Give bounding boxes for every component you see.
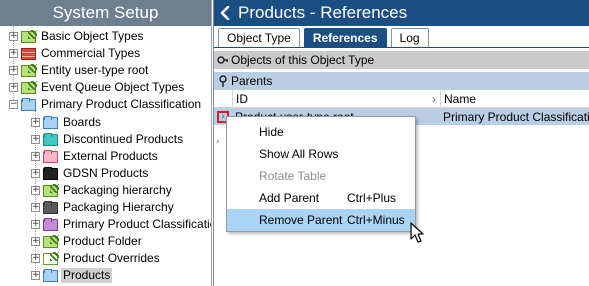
- menu-item-label: Remove Parent: [259, 213, 343, 227]
- chevron-right-icon: ›: [432, 91, 436, 106]
- tree-node-label-selected: Products: [61, 268, 113, 283]
- page-title: Products - References: [238, 3, 408, 22]
- expand-icon[interactable]: +: [31, 220, 40, 229]
- tree-node-discontinued-products[interactable]: + Discontinued Products: [31, 131, 185, 148]
- column-header-name[interactable]: Name: [440, 89, 589, 108]
- tree-node-label: Product Folder: [63, 234, 142, 248]
- tree-node-primary-product-classification-child[interactable]: + Primary Product Classification: [31, 216, 212, 233]
- tab-object-type[interactable]: Object Type: [218, 28, 300, 47]
- menu-item-label: Hide: [259, 125, 284, 139]
- tree-node-label: External Products: [63, 149, 158, 163]
- red-stack-icon: [21, 47, 36, 60]
- tree-node-gdsn-products[interactable]: + GDSN Products: [31, 165, 150, 182]
- expand-icon[interactable]: +: [9, 49, 18, 58]
- expand-icon[interactable]: +: [31, 152, 40, 161]
- menu-item-rotate-table[interactable]: Rotate Table: [227, 165, 415, 187]
- mouse-pointer-icon: [410, 222, 424, 243]
- menu-item-shortcut: Ctrl+Minus: [347, 213, 405, 227]
- tree-node-label: GDSN Products: [63, 166, 149, 180]
- table-header: ID › Name: [214, 89, 589, 108]
- column-header-id[interactable]: ID ›: [232, 89, 440, 108]
- expand-icon[interactable]: +: [31, 254, 40, 263]
- section-label: Parents: [231, 74, 273, 88]
- expand-icon[interactable]: +: [31, 237, 40, 246]
- menu-item-label: Rotate Table: [259, 169, 327, 183]
- back-button[interactable]: [214, 0, 236, 26]
- objects-of-this-object-type-section[interactable]: Objects of this Object Type: [214, 51, 589, 69]
- row-selector-header: [214, 90, 232, 108]
- tree-node-label: Discontinued Products: [63, 132, 184, 146]
- purple-folder-icon: [43, 217, 58, 231]
- tab-references[interactable]: References: [303, 28, 387, 47]
- tree-node-label: Boards: [63, 115, 102, 129]
- menu-item-label: Show All Rows: [259, 147, 339, 161]
- dark-gray-folder-icon: [43, 200, 58, 214]
- tree-node-commercial-types[interactable]: + Commercial Types: [9, 45, 142, 62]
- blue-folder-icon: [43, 268, 58, 282]
- hatched-folder-icon: [43, 251, 59, 265]
- blue-folder-icon: [21, 97, 36, 111]
- expand-icon[interactable]: +: [31, 186, 40, 195]
- tree-node-label: Event Queue Object Types: [41, 80, 185, 94]
- green-hatched-icon: [43, 234, 59, 248]
- table-cell-name: Primary Product Classification: [443, 109, 589, 124]
- tree-node-primary-product-classification[interactable]: − Primary Product Classification: [9, 96, 203, 113]
- pink-folder-icon: [43, 149, 58, 163]
- menu-item-show-all-rows[interactable]: Show All Rows: [227, 143, 415, 165]
- teal-folder-icon: [43, 132, 58, 146]
- menu-item-label: Add Parent: [259, 191, 320, 205]
- context-menu: Hide Show All Rows Rotate Table Add Pare…: [226, 116, 416, 232]
- collapse-icon[interactable]: −: [9, 100, 18, 109]
- references-header: Products - References: [214, 0, 589, 26]
- system-setup-title: System Setup: [0, 0, 211, 26]
- tree-node-label: Primary Product Classification: [63, 217, 212, 231]
- tree-node-packaging-hierarchy-lower[interactable]: + Packaging hierarchy: [31, 182, 174, 199]
- tree-node-label: Primary Product Classification: [41, 97, 202, 111]
- tree-node-boards[interactable]: + Boards: [31, 114, 103, 131]
- menu-item-remove-parent[interactable]: Remove Parent Ctrl+Minus: [227, 209, 415, 231]
- green-hatched-icon: [43, 183, 59, 197]
- pin-icon: [219, 75, 227, 87]
- tree-node-product-folder[interactable]: + Product Folder: [31, 233, 144, 250]
- chevron-right-icon: ›: [216, 137, 220, 147]
- tree-node-event-queue-object-types[interactable]: + Event Queue Object Types: [9, 79, 186, 96]
- tree-node-external-products[interactable]: + External Products: [31, 148, 160, 165]
- green-hatched-icon: [21, 29, 37, 43]
- menu-item-hide[interactable]: Hide: [227, 121, 415, 143]
- tree-node-label: Packaging Hierarchy: [63, 200, 174, 214]
- tree-node-basic-object-types[interactable]: + Basic Object Types: [9, 28, 146, 45]
- expand-icon[interactable]: +: [9, 32, 18, 41]
- blue-folder-icon: [43, 115, 58, 129]
- column-header-label: ID: [236, 91, 248, 106]
- object-type-tree: + Basic Object Types + Commercial Types …: [0, 26, 211, 286]
- tree-node-entity-user-type-root[interactable]: + Entity user-type root: [9, 62, 150, 79]
- tab-bar: Object Type References Log: [214, 26, 589, 48]
- green-hatched-icon: [21, 63, 37, 77]
- menu-item-shortcut: Ctrl+Plus: [347, 191, 397, 205]
- parents-section[interactable]: Parents: [214, 72, 589, 90]
- tree-node-packaging-hierarchy-upper[interactable]: + Packaging Hierarchy: [31, 199, 176, 216]
- chevron-left-icon: [220, 6, 230, 20]
- expand-icon[interactable]: +: [9, 83, 18, 92]
- key-icon: [217, 56, 228, 64]
- menu-item-add-parent[interactable]: Add Parent Ctrl+Plus: [227, 187, 415, 209]
- system-setup-pane: System Setup + Basic Object Types + Comm…: [0, 0, 212, 286]
- black-folder-icon: [43, 166, 58, 180]
- tree-node-product-overrides[interactable]: + Product Overrides: [31, 250, 162, 267]
- section-label: Objects of this Object Type: [231, 53, 375, 67]
- expand-icon[interactable]: +: [31, 135, 40, 144]
- tree-node-label: Entity user-type root: [41, 63, 149, 77]
- tree-node-label: Basic Object Types: [41, 29, 144, 43]
- expand-icon[interactable]: +: [31, 203, 40, 212]
- expand-icon[interactable]: +: [31, 271, 40, 280]
- green-hatched-icon: [21, 80, 37, 94]
- expand-icon[interactable]: +: [31, 118, 40, 127]
- tree-node-label: Packaging hierarchy: [63, 183, 172, 197]
- expand-icon[interactable]: +: [9, 66, 18, 75]
- tree-node-products[interactable]: + Products: [31, 267, 113, 284]
- tree-node-label: Product Overrides: [63, 251, 160, 265]
- expand-icon[interactable]: +: [31, 169, 40, 178]
- tab-log[interactable]: Log: [390, 28, 429, 47]
- tree-node-label: Commercial Types: [41, 46, 141, 60]
